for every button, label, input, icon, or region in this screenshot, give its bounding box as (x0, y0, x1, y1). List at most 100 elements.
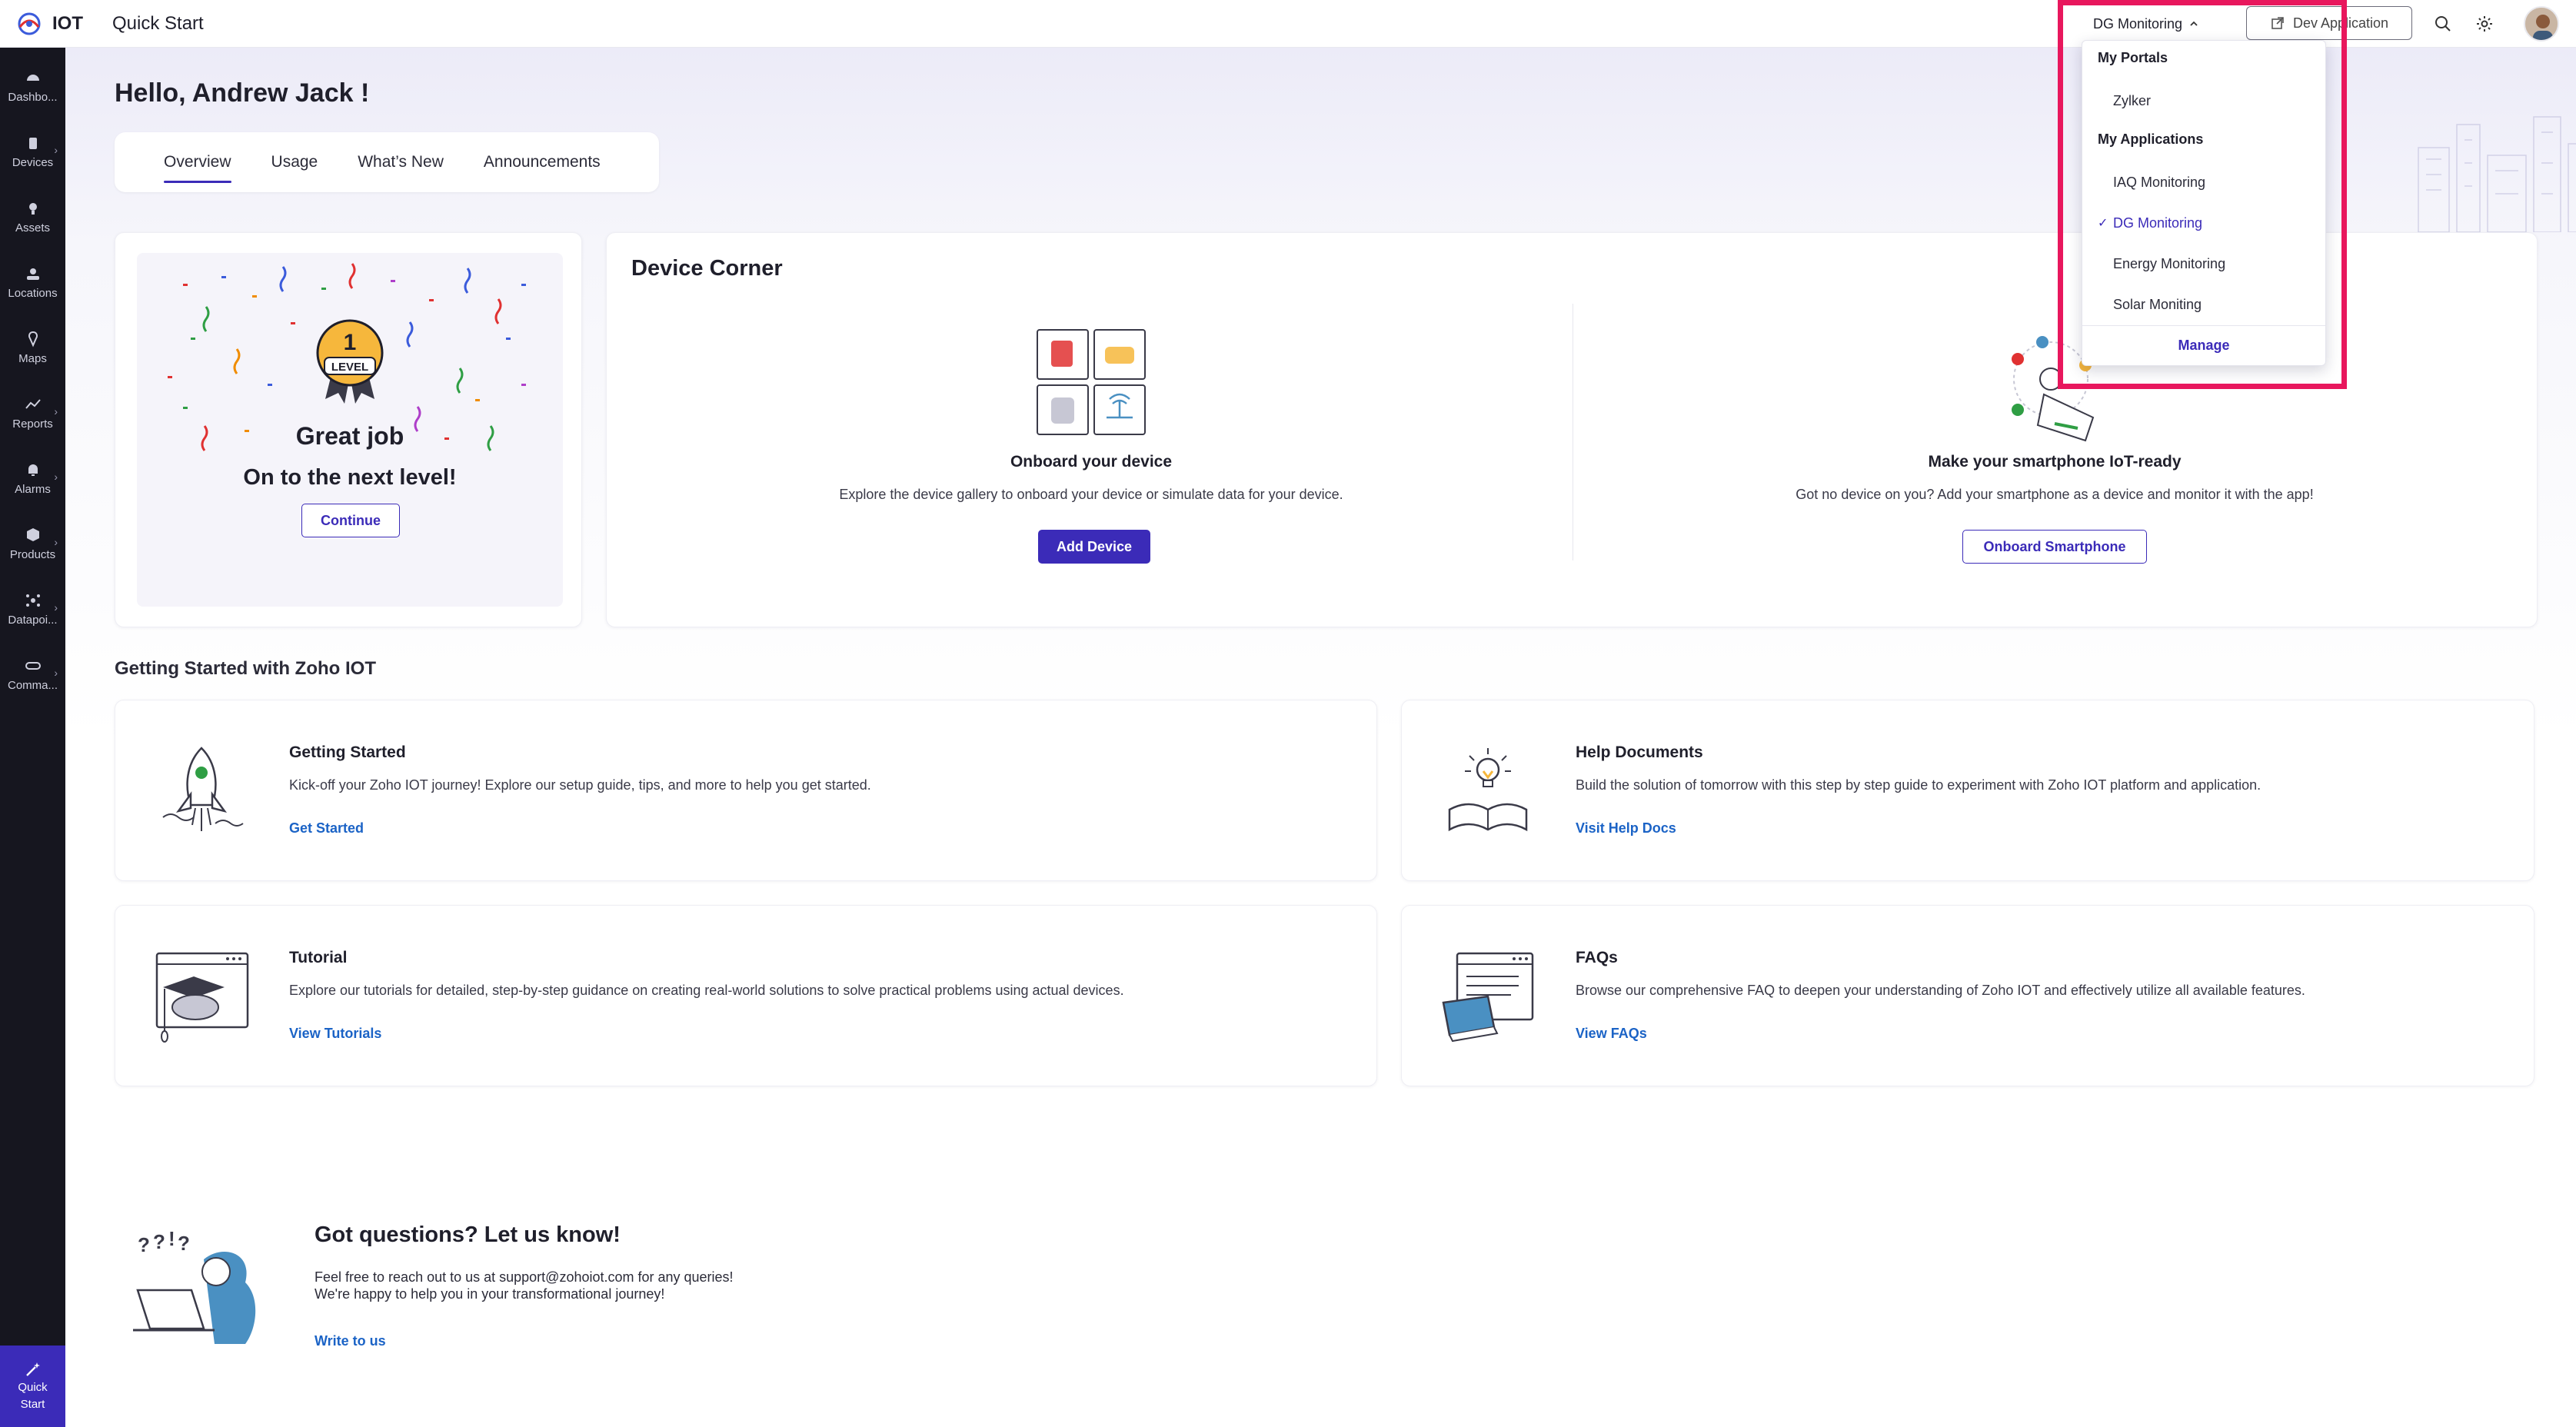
visit-help-docs-link[interactable]: Visit Help Docs (1576, 820, 1676, 837)
view-tutorials-link[interactable]: View Tutorials (289, 1026, 381, 1042)
tutorial-illustration (155, 952, 249, 1043)
help-docs-illustration (1448, 748, 1528, 832)
level-card-banner: 1 LEVEL Great job On to the next level! … (137, 253, 563, 607)
application-selector[interactable]: DG Monitoring (2093, 11, 2199, 37)
commands-icon (25, 661, 41, 670)
sidebar-item-label: Dashbo... (8, 90, 58, 104)
sidebar: Dashbo... Devices › Assets Locations Map… (0, 48, 65, 1427)
chevron-right-icon: › (54, 144, 58, 156)
card-title: Help Documents (1576, 743, 1703, 761)
card-description: Build the solution of tomorrow with this… (1576, 777, 2261, 793)
datapoints-icon (25, 594, 40, 607)
products-icon (26, 527, 39, 541)
dashboard-icon (26, 74, 39, 81)
svg-text:?: ? (178, 1232, 190, 1255)
reports-icon (25, 398, 41, 409)
settings-button[interactable] (2471, 11, 2498, 37)
app-name: IOT (52, 12, 83, 34)
menu-item-label: IAQ Monitoring (2113, 174, 2206, 190)
questions-description: Feel free to reach out to us at support@… (315, 1269, 734, 1302)
greeting: Hello, Andrew Jack ! (115, 78, 370, 108)
assets-icon (28, 202, 37, 215)
card-title: FAQs (1576, 949, 1618, 966)
rocket-illustration (162, 747, 244, 831)
tab-usage[interactable]: Usage (271, 132, 318, 192)
tutorial-card: Tutorial Explore our tutorials for detai… (115, 905, 1377, 1086)
dev-application-button[interactable]: Dev Application (2246, 6, 2412, 40)
svg-text:!: ! (168, 1229, 175, 1250)
onboard-device-description: Explore the device gallery to onboard yo… (839, 487, 1343, 502)
sidebar-item-alarms[interactable]: Alarms › (0, 447, 65, 509)
level-title: Great job (295, 422, 404, 450)
sidebar-item-maps[interactable]: Maps (0, 317, 65, 378)
smartphone-description: Got no device on you? Add your smartphon… (1796, 487, 2314, 502)
portal-item-zylker[interactable]: Zylker (2098, 85, 2313, 116)
sidebar-item-label: Assets (15, 221, 50, 235)
application-item-energy-monitoring[interactable]: Energy Monitoring (2098, 248, 2313, 279)
my-applications-header: My Applications (2098, 131, 2204, 147)
questions-section: ? ? ! ? Got questions? Let us know! Feel… (130, 1209, 822, 1416)
svg-text:?: ? (138, 1233, 150, 1256)
sidebar-item-label: Products (9, 547, 56, 561)
chevron-right-icon: › (54, 667, 58, 679)
add-device-button[interactable]: Add Device (1038, 530, 1150, 564)
sidebar-item-label: Alarms (15, 482, 51, 496)
application-dropdown-menu: My Portals Zylker My Applications IAQ Mo… (2082, 40, 2326, 366)
sidebar-item-commands[interactable]: Comma... › (0, 644, 65, 705)
sidebar-item-label: Devices (12, 155, 54, 169)
sidebar-item-locations[interactable]: Locations (0, 251, 65, 313)
card-description: Kick-off your Zoho IOT journey! Explore … (289, 777, 871, 793)
application-item-solar-moniting[interactable]: Solar Moniting (2098, 289, 2313, 320)
level-badge-number: 1 (344, 330, 357, 355)
onboard-smartphone-button[interactable]: Onboard Smartphone (1962, 530, 2147, 564)
search-button[interactable] (2430, 11, 2456, 37)
search-icon (2435, 16, 2451, 32)
view-faqs-link[interactable]: View FAQs (1576, 1026, 1647, 1042)
tab-announcements[interactable]: Announcements (484, 132, 601, 192)
menu-item-label: Solar Moniting (2113, 296, 2202, 312)
user-avatar-icon (2525, 8, 2558, 40)
sidebar-item-quick-start[interactable]: Quick Start (0, 1346, 65, 1427)
gear-icon (2477, 16, 2492, 32)
menu-item-label: DG Monitoring (2113, 215, 2203, 231)
application-selector-label: DG Monitoring (2093, 15, 2183, 32)
level-subtitle: On to the next level! (243, 465, 457, 490)
level-card: 1 LEVEL Great job On to the next level! … (115, 232, 582, 627)
dev-application-label: Dev Application (2292, 15, 2389, 31)
tab-bar: Overview Usage What’s New Announcements (115, 132, 659, 192)
support-illustration: ? ? ! ? (133, 1229, 256, 1344)
brand[interactable]: IOT (0, 0, 112, 48)
sidebar-item-label: Comma... (7, 678, 58, 692)
avatar[interactable] (2524, 6, 2559, 42)
sidebar-item-label: Locations (8, 286, 58, 300)
get-started-link[interactable]: Get Started (289, 820, 364, 837)
alarms-icon (28, 464, 38, 476)
sidebar-item-label: Datapoi... (8, 613, 58, 627)
card-title: Getting Started (289, 743, 406, 761)
getting-started-card: Getting Started Kick-off your Zoho IOT j… (115, 700, 1377, 881)
application-item-iaq-monitoring[interactable]: IAQ Monitoring (2098, 167, 2313, 198)
smartphone-heading: Make your smartphone IoT-ready (1928, 453, 2182, 471)
tab-overview[interactable]: Overview (164, 132, 231, 192)
sidebar-item-label: Reports (12, 417, 53, 431)
write-to-us-link[interactable]: Write to us (315, 1333, 386, 1349)
sidebar-item-dashboard[interactable]: Dashbo... (0, 55, 65, 117)
quick-start-label-line2: Start (20, 1398, 45, 1411)
iot-logo-icon (18, 12, 41, 35)
sidebar-item-reports[interactable]: Reports › (0, 382, 65, 444)
card-description: Explore our tutorials for detailed, step… (289, 983, 1124, 998)
manage-button[interactable]: Manage (2082, 325, 2325, 365)
questions-title: Got questions? Let us know! (315, 1222, 621, 1247)
sidebar-item-datapoints[interactable]: Datapoi... › (0, 578, 65, 640)
getting-started-section-title: Getting Started with Zoho IOT (115, 658, 376, 679)
sidebar-item-assets[interactable]: Assets (0, 186, 65, 248)
sidebar-item-label: Maps (18, 351, 47, 365)
level-badge-text: LEVEL (331, 361, 368, 374)
continue-button[interactable]: Continue (301, 504, 400, 537)
tab-label: Announcements (483, 153, 601, 171)
application-item-dg-monitoring[interactable]: ✓ DG Monitoring (2098, 208, 2313, 238)
card-description: Browse our comprehensive FAQ to deepen y… (1576, 983, 2305, 998)
tab-whats-new[interactable]: What’s New (358, 132, 444, 192)
sidebar-item-products[interactable]: Products › (0, 513, 65, 574)
sidebar-item-devices[interactable]: Devices › (0, 121, 65, 182)
